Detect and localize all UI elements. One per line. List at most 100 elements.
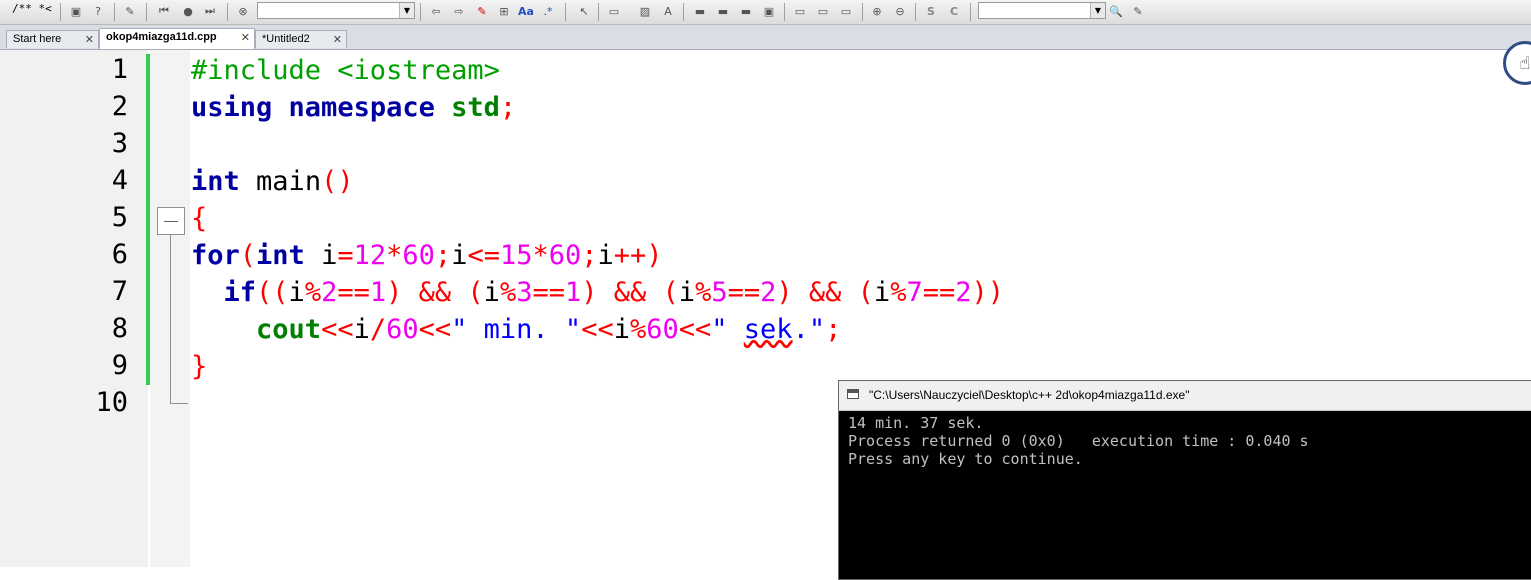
selection-icon[interactable]: ⊞ <box>496 3 512 19</box>
layout3-icon[interactable]: ▬ <box>738 3 754 19</box>
console-titlebar[interactable]: "C:\Users\Nauczyciel\Desktop\c++ 2d\okop… <box>839 381 1531 411</box>
identifier-cout: cout <box>256 314 322 345</box>
panel3-icon[interactable]: ▭ <box>838 3 854 19</box>
operator: % <box>499 277 517 308</box>
operator: = <box>337 240 354 271</box>
operator: << <box>321 314 354 345</box>
operator: << <box>678 314 712 345</box>
close-icon[interactable]: ✕ <box>85 33 94 46</box>
operator: % <box>695 277 712 308</box>
console-window[interactable]: "C:\Users\Nauczyciel\Desktop\c++ 2d\okop… <box>838 380 1531 580</box>
identifier: i <box>483 277 500 308</box>
operator: << <box>581 314 614 345</box>
number: 7 <box>906 277 923 308</box>
zoom-in-icon[interactable]: ⊕ <box>869 3 885 19</box>
operator: } <box>191 351 208 382</box>
number: 3 <box>516 277 533 308</box>
operator: () <box>321 166 354 197</box>
layout2-icon[interactable]: ▬ <box>715 3 731 19</box>
line-number: 1 <box>111 54 128 85</box>
last-bookmark-icon[interactable]: ⏭ <box>202 3 218 19</box>
line-number: 3 <box>111 128 128 159</box>
chevron-down-icon[interactable]: ▼ <box>399 3 414 18</box>
line-number-gutter: 1 2 3 4 5 6 7 8 9 10 <box>0 50 148 567</box>
panel2-icon[interactable]: ▭ <box>815 3 831 19</box>
tab-untitled2[interactable]: *Untitled2 ✕ <box>255 30 347 48</box>
highlight-icon[interactable]: ✎ <box>474 3 490 19</box>
tab-label: Start here <box>13 33 62 45</box>
help-icon[interactable]: ? <box>90 3 106 19</box>
settings-icon[interactable]: ✎ <box>1130 3 1146 19</box>
code-line-6: for(int i=12*60;i<=15*60;i++) <box>191 239 663 273</box>
jump-icon[interactable]: ⊗ <box>235 3 251 19</box>
comment-toggle-button[interactable]: /** *< <box>12 2 52 15</box>
operator: == <box>727 277 761 308</box>
bookmark-icon[interactable]: ● <box>180 3 196 19</box>
tab-start-here[interactable]: Start here ✕ <box>6 30 99 48</box>
operator: * <box>386 240 403 271</box>
code-line-4: int main() <box>191 165 354 199</box>
console-line: Process returned 0 (0x0) execution time … <box>848 432 1309 450</box>
back-arrow-icon[interactable]: ⇦ <box>428 3 444 19</box>
operator: ; <box>825 314 842 345</box>
keyword: for <box>191 240 240 271</box>
chevron-down-icon[interactable]: ▼ <box>1090 3 1105 18</box>
image-icon[interactable]: ▨ <box>637 3 653 19</box>
preprocessor-directive: #include <iostream> <box>191 55 500 86</box>
layout4-icon[interactable]: ▣ <box>761 3 777 19</box>
number: 60 <box>402 240 435 271</box>
operator: ) && ( <box>776 277 874 308</box>
operator: ( <box>239 240 257 271</box>
toolbar-separator <box>862 3 863 21</box>
font-icon[interactable]: Aa <box>518 3 534 19</box>
identifier: i <box>597 240 614 271</box>
operator: ; <box>581 240 598 271</box>
tab-okop4miazga11d[interactable]: okop4miazga11d.cpp ✕ <box>99 28 255 49</box>
wrench-icon[interactable]: ✎ <box>122 3 138 19</box>
s-icon[interactable]: S <box>923 3 939 19</box>
identifier: i <box>288 277 305 308</box>
operator: == <box>337 277 370 308</box>
panel1-icon[interactable]: ▭ <box>792 3 808 19</box>
close-icon[interactable]: ✕ <box>333 33 342 46</box>
first-bookmark-icon[interactable]: ⏮ <box>156 3 172 19</box>
main-toolbar: /** *< ▣ ? ✎ ⏮ ● ⏭ ⊗ ▼ ⇦ ⇨ ✎ ⊞ Aa .* ↖ ▭… <box>0 0 1531 25</box>
layout1-icon[interactable]: ▬ <box>692 3 708 19</box>
string-literal: " <box>711 314 744 345</box>
line-number: 7 <box>111 276 128 307</box>
line-number: 10 <box>95 387 128 418</box>
number: 12 <box>353 240 387 271</box>
code-line-1: #include <iostream> <box>191 54 500 88</box>
line-number: 8 <box>111 313 128 344</box>
zoom-out-icon[interactable]: ⊖ <box>892 3 908 19</box>
fold-toggle-icon[interactable] <box>157 207 185 235</box>
operator: == <box>922 277 956 308</box>
text-icon[interactable]: A <box>660 3 676 19</box>
forward-arrow-icon[interactable]: ⇨ <box>451 3 467 19</box>
toolbar-separator <box>146 3 147 21</box>
operator: << <box>418 314 452 345</box>
number: 15 <box>499 240 533 271</box>
operator: ; <box>499 92 517 123</box>
search-icon[interactable]: 🔍 <box>1108 3 1124 19</box>
code-line-7: if((i%2==1) && (i%3==1) && (i%5==2) && (… <box>191 276 1005 310</box>
operator: ) && ( <box>386 277 484 308</box>
frame-icon[interactable]: ▭ <box>606 3 622 19</box>
doxyblocks-icon[interactable]: ▣ <box>68 3 84 19</box>
keyword: using <box>191 92 273 123</box>
search-combo[interactable]: ▼ <box>978 2 1106 19</box>
string-literal: " min. " <box>451 314 582 345</box>
toolbar-separator <box>227 3 228 21</box>
identifier: i <box>321 240 338 271</box>
toolbar-separator <box>420 3 421 21</box>
close-icon[interactable]: ✕ <box>241 31 250 44</box>
number: 60 <box>548 240 582 271</box>
identifier: i <box>451 240 468 271</box>
pointer-icon[interactable]: ↖ <box>576 3 592 19</box>
symbol-combo[interactable]: ▼ <box>257 2 415 19</box>
regex-icon[interactable]: .* <box>540 3 556 19</box>
console-title: "C:\Users\Nauczyciel\Desktop\c++ 2d\okop… <box>869 388 1190 402</box>
operator: % <box>890 277 907 308</box>
operator: % <box>629 314 647 345</box>
c-icon[interactable]: C <box>946 3 962 19</box>
